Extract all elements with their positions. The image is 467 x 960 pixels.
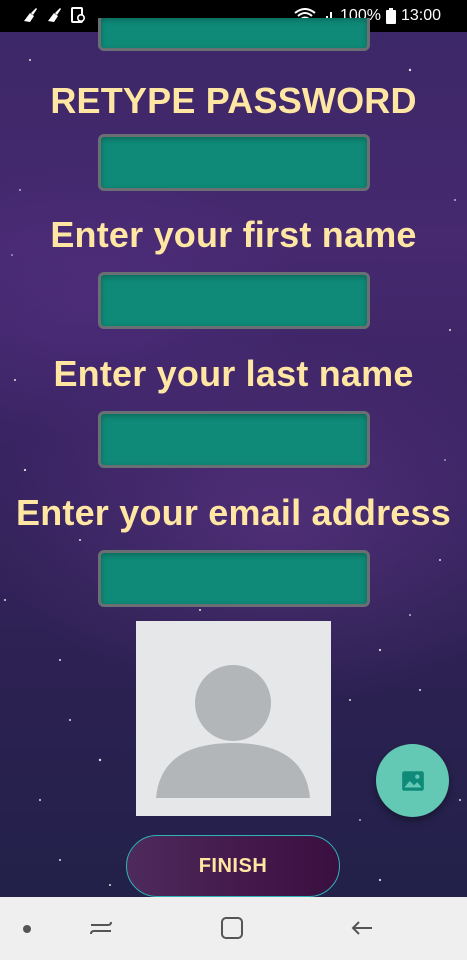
status-time: 13:00 bbox=[400, 7, 441, 24]
pick-image-button[interactable] bbox=[376, 744, 449, 817]
finish-button[interactable]: FINISH bbox=[126, 835, 340, 897]
battery-icon bbox=[385, 8, 396, 24]
first-name-input[interactable] bbox=[101, 275, 367, 326]
password-field[interactable] bbox=[98, 18, 370, 51]
last-name-label: Enter your last name bbox=[53, 353, 414, 394]
email-field[interactable] bbox=[98, 550, 370, 607]
dot-icon[interactable] bbox=[23, 925, 31, 933]
email-input[interactable] bbox=[101, 553, 367, 604]
recent-apps-icon[interactable] bbox=[88, 915, 114, 941]
last-name-field[interactable] bbox=[98, 411, 370, 468]
broom-icon bbox=[48, 8, 61, 22]
retype-password-label: RETYPE PASSWORD bbox=[50, 80, 417, 121]
home-icon[interactable] bbox=[219, 915, 245, 941]
back-icon[interactable] bbox=[349, 915, 375, 941]
first-name-field[interactable] bbox=[98, 272, 370, 329]
profile-photo[interactable] bbox=[136, 621, 331, 816]
password-input[interactable] bbox=[101, 18, 367, 48]
retype-password-field[interactable] bbox=[98, 134, 370, 191]
screenshot-icon bbox=[71, 7, 86, 23]
broom-icon bbox=[24, 8, 37, 22]
email-label: Enter your email address bbox=[16, 492, 451, 533]
image-icon bbox=[401, 770, 424, 791]
navigation-bar bbox=[0, 897, 467, 960]
first-name-label: Enter your first name bbox=[50, 214, 417, 255]
retype-password-input[interactable] bbox=[101, 137, 367, 188]
user-placeholder-icon bbox=[156, 665, 310, 798]
last-name-input[interactable] bbox=[101, 414, 367, 465]
